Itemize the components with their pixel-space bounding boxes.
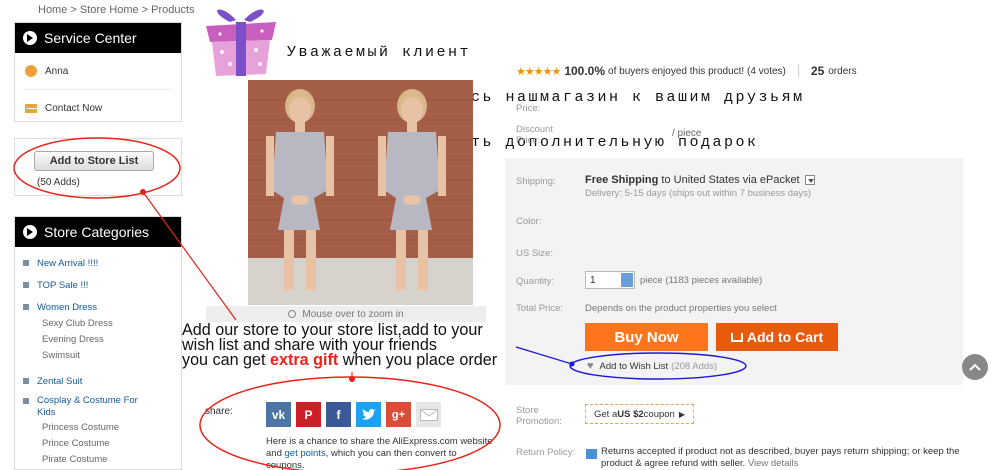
store-list-highlight-ellipse — [13, 137, 181, 199]
annotation-overlay — [13, 137, 747, 470]
wish-list-connector-line — [515, 346, 573, 365]
wish-list-highlight-ellipse — [569, 352, 747, 380]
share-highlight-ellipse — [199, 376, 501, 470]
connector-dot — [569, 361, 575, 367]
store-list-connector-line — [142, 191, 237, 321]
connector-dot — [349, 376, 355, 382]
connector-dot — [140, 189, 146, 195]
